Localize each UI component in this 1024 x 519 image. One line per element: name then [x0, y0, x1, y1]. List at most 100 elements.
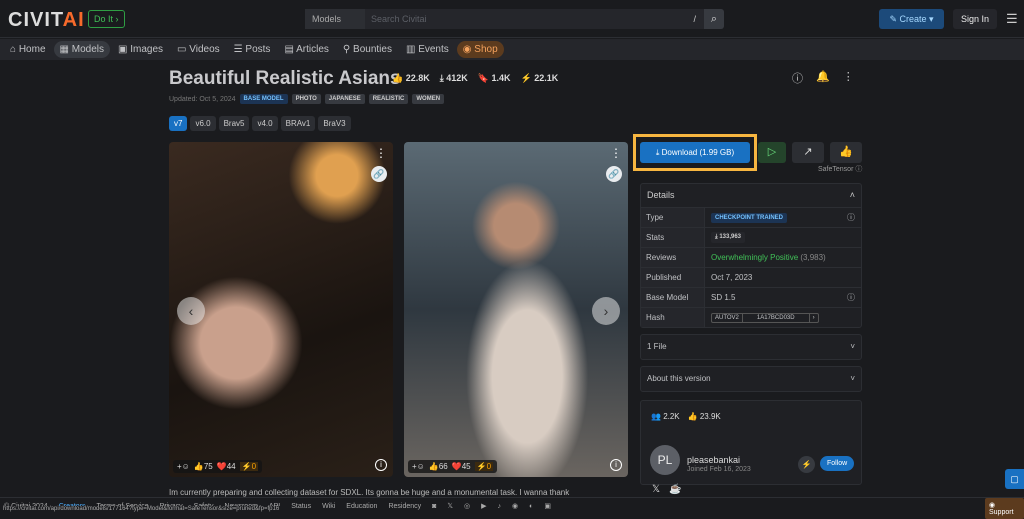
footer-link[interactable]: Status [291, 503, 311, 510]
buzz-stat[interactable]: ⚡ 22.1K [520, 73, 558, 84]
model-description: Im currently preparing and collecting da… [169, 488, 570, 497]
add-reaction-icon[interactable]: +☺ [412, 462, 425, 471]
footer-link[interactable]: Education [346, 503, 377, 510]
footer-link[interactable]: Wiki [322, 503, 335, 510]
tip-buzz-icon[interactable]: ⚡ [798, 456, 815, 473]
creator-socials: 𝕏 ☕ [652, 484, 682, 495]
info-icon[interactable]: ⓘ [792, 70, 803, 86]
link-icon[interactable]: 🔗 [606, 166, 622, 182]
cup-icon[interactable]: ☕ [669, 484, 681, 495]
create-button[interactable]: ✎ Create ▾ [879, 9, 944, 29]
footer-link[interactable]: Residency [388, 503, 421, 510]
support-button[interactable]: ◉ Support [985, 498, 1024, 519]
version-tab[interactable]: v6.0 [190, 116, 216, 131]
updated-date: Updated: Oct 5, 2024 [169, 95, 236, 103]
twitch-icon[interactable]: ▣ [544, 502, 551, 510]
chevron-down-icon: ˅ [850, 342, 855, 351]
main-nav: ⌂ Home ▦ Models ▣ Images ▭ Videos ☰ Post… [0, 39, 1024, 60]
nav-bounties[interactable]: ⚲ Bounties [337, 41, 398, 58]
avatar[interactable]: PL [650, 445, 680, 475]
likes-stat: 👍 22.8K [392, 73, 430, 83]
info-icon[interactable]: ⓘ [847, 292, 855, 303]
info-icon[interactable]: ⓘ [847, 212, 855, 223]
files-accordion[interactable]: 1 File ˅ [640, 334, 862, 360]
menu-icon[interactable]: ☰ [1006, 11, 1018, 27]
version-tab[interactable]: v7 [169, 116, 188, 131]
nav-videos[interactable]: ▭ Videos [171, 41, 226, 58]
tag[interactable]: PHOTO [291, 94, 321, 104]
creator-card: 👥 2.2K 👍 23.9K PL pleasebankai Joined Feb… [640, 400, 862, 485]
tag[interactable]: REALISTIC [368, 94, 409, 104]
tag[interactable]: WOMEN [412, 94, 445, 104]
hash-copy[interactable]: AUTOV2 1A17BCD03D › [711, 312, 819, 323]
model-actions: ⓘ 🔔 ⋮ [792, 70, 854, 86]
status-bar-url: https://civitai.com/api/download/models/… [0, 506, 283, 512]
prev-arrow-icon[interactable]: ‹ [177, 297, 205, 325]
nav-home[interactable]: ⌂ Home [4, 41, 52, 58]
details-header[interactable]: Details ˄ [641, 184, 861, 207]
table-row: Reviews Overwhelmingly Positive (3,983) [641, 247, 861, 267]
creator-name[interactable]: pleasebankai [687, 455, 740, 465]
like-reaction[interactable]: 👍75 [194, 462, 213, 471]
nav-posts[interactable]: ☰ Posts [228, 41, 277, 58]
bell-icon[interactable]: 🔔 [816, 70, 830, 86]
joined-date: Joined Feb 16, 2023 [687, 466, 751, 473]
version-tab[interactable]: BraV3 [318, 116, 351, 131]
about-version-accordion[interactable]: About this version ˅ [640, 366, 862, 392]
info-icon[interactable]: i [610, 459, 622, 471]
model-meta: Updated: Oct 5, 2024 BASE MODEL PHOTO JA… [169, 94, 445, 104]
nav-images[interactable]: ▣ Images [112, 41, 169, 58]
tiktok-icon[interactable]: ♪ [498, 503, 502, 510]
gallery-image[interactable]: ⋮ 🔗 › +☺ 👍66 ❤️45 ⚡0 i [404, 142, 628, 477]
details-panel: Details ˄ Type CHECKPOINT TRAINED ⓘ Stats ⤓ … [640, 183, 862, 328]
add-reaction-icon[interactable]: +☺ [177, 462, 190, 471]
gallery-image[interactable]: ⋮ 🔗 ‹ +☺ 👍75 ❤️44 ⚡0 i [169, 142, 393, 477]
x-icon[interactable]: 𝕏 [652, 484, 660, 495]
search-icon[interactable]: ⌕ [704, 9, 724, 29]
chat-icon[interactable]: ▢ [1005, 469, 1024, 489]
instagram-icon[interactable]: ◎ [464, 502, 470, 510]
search-bar: Models Search Civitai / ⌕ [305, 9, 724, 29]
reddit-icon[interactable]: ◉ [512, 502, 518, 510]
play-icon[interactable]: ▷ [758, 142, 786, 163]
more-icon[interactable]: ⋮ [610, 146, 622, 160]
saves-stat[interactable]: 🔖 1.4K [478, 73, 511, 84]
do-it-button[interactable]: Do It › [88, 10, 125, 28]
discord-icon[interactable]: ◙ [432, 503, 436, 510]
header: CIVITAI Do It › Models Search Civitai / … [0, 0, 1024, 38]
more-icon[interactable]: ⋮ [375, 146, 387, 160]
heart-reaction[interactable]: ❤️45 [452, 462, 471, 471]
x-icon[interactable]: 𝕏 [447, 502, 453, 510]
civitai-logo[interactable]: CIVITAI [8, 9, 85, 32]
buzz-reaction[interactable]: ⚡0 [239, 462, 259, 471]
buzz-reaction[interactable]: ⚡0 [474, 462, 494, 471]
youtube-icon[interactable]: ▶ [481, 502, 486, 510]
heart-reaction[interactable]: ❤️44 [217, 462, 236, 471]
nav-articles[interactable]: ▤ Articles [278, 41, 334, 58]
share-icon[interactable]: ↗ [792, 142, 824, 163]
follow-button[interactable]: Follow [820, 456, 855, 471]
nav-shop[interactable]: ◉ Shop [456, 41, 504, 58]
downloads-stat: ⤓ 412K [439, 73, 468, 83]
table-row: Hash AUTOV2 1A17BCD03D › [641, 307, 861, 327]
next-arrow-icon[interactable]: › [592, 297, 620, 325]
version-tab[interactable]: Brav5 [218, 116, 250, 131]
nav-events[interactable]: ▥ Events [400, 41, 455, 58]
like-reaction[interactable]: 👍66 [429, 462, 448, 471]
search-scope-select[interactable]: Models [305, 9, 365, 29]
version-tab[interactable]: v4.0 [252, 116, 278, 131]
info-icon[interactable]: i [375, 459, 387, 471]
version-tabs: v7 v6.0 Brav5 v4.0 BRAv1 BraV3 [169, 116, 351, 131]
sign-in-button[interactable]: Sign In [953, 9, 997, 29]
tag[interactable]: BASE MODEL [239, 94, 288, 104]
version-tab[interactable]: BRAv1 [280, 116, 316, 131]
creator-stats: 👥 2.2K 👍 23.9K [651, 412, 721, 421]
github-icon[interactable]: ◐ [529, 503, 533, 510]
more-icon[interactable]: ⋮ [843, 70, 854, 86]
link-icon[interactable]: 🔗 [371, 166, 387, 182]
tag[interactable]: JAPANESE [324, 94, 365, 104]
nav-models[interactable]: ▦ Models [53, 41, 110, 58]
search-input[interactable]: Search Civitai [365, 14, 685, 24]
reviews-link[interactable]: Overwhelmingly Positive [711, 253, 798, 262]
like-icon[interactable]: 👍 [830, 142, 862, 163]
